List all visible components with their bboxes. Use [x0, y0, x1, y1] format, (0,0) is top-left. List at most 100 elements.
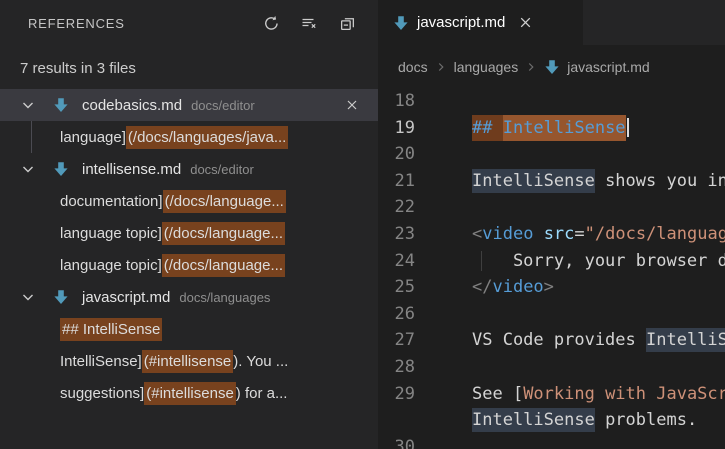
line-text[interactable]: ## IntelliSense — [472, 115, 629, 142]
result-text: ). You ... — [233, 353, 288, 370]
line-number — [378, 407, 415, 434]
code-line: 18 — [378, 88, 725, 115]
line-number: 23 — [378, 221, 415, 248]
close-icon[interactable] — [517, 15, 533, 31]
line-number: 29 — [378, 381, 415, 408]
line-text[interactable]: See [Working with JavaScri — [472, 381, 725, 408]
collapse-all-icon[interactable] — [338, 14, 356, 32]
result-row[interactable]: documentation](/docs/language... — [0, 185, 378, 217]
code-text: video — [482, 224, 533, 244]
result-match-highlight: (/docs/language... — [162, 222, 285, 245]
code-text: Sorry, your browser do — [472, 251, 725, 271]
chevron-right-icon — [434, 60, 448, 74]
result-text: language topic] — [60, 225, 162, 242]
heading-match: ## — [472, 115, 503, 141]
clear-all-icon[interactable] — [300, 14, 318, 32]
line-number: 27 — [378, 327, 415, 354]
result-text: documentation] — [60, 193, 163, 210]
file-name: javascript.md — [82, 289, 170, 306]
line-number: 21 — [378, 168, 415, 195]
line-text[interactable]: <video src="/docs/language — [472, 221, 725, 248]
refresh-icon[interactable] — [262, 14, 280, 32]
code-line: 19## IntelliSense — [378, 115, 725, 142]
markdown-link-text: Working with JavaScri — [523, 384, 725, 404]
result-match-highlight: ## IntelliSense — [60, 318, 162, 341]
code-text: "/docs/language — [585, 224, 725, 244]
code-line: 23 <video src="/docs/language — [378, 221, 725, 248]
file-name: codebasics.md — [82, 97, 182, 114]
panel-title: REFERENCES — [28, 16, 262, 31]
line-text[interactable]: IntelliSense shows you in — [472, 168, 725, 195]
line-number: 18 — [378, 88, 415, 115]
line-text[interactable]: Sorry, your browser do — [472, 248, 725, 275]
markdown-file-icon — [53, 97, 69, 113]
tab-bar: javascript.md — [378, 0, 725, 45]
vscode-window: REFERENCES — [0, 0, 725, 449]
code-line: 25</video> — [378, 274, 725, 301]
result-text: language topic] — [60, 257, 162, 274]
breadcrumb-item-docs[interactable]: docs — [398, 59, 428, 75]
line-number: 26 — [378, 301, 415, 328]
indent-guide — [481, 251, 482, 271]
result-row[interactable]: suggestions](#intellisense) for a... — [0, 377, 378, 409]
chevron-down-icon[interactable] — [20, 161, 36, 177]
line-number: 22 — [378, 194, 415, 221]
line-text[interactable]: IntelliSense problems. — [472, 407, 697, 434]
code-line-wrapped: IntelliSense problems. — [378, 407, 725, 434]
code-line: 22 — [378, 194, 725, 221]
panel-header: REFERENCES — [0, 0, 378, 46]
code-area[interactable]: 18 19## IntelliSense 20 21 IntelliSense s… — [378, 88, 725, 449]
tab-label: javascript.md — [417, 14, 505, 31]
markdown-file-icon — [53, 289, 69, 305]
chevron-right-icon — [524, 60, 538, 74]
markdown-file-icon — [53, 161, 69, 177]
result-text: IntelliSense] — [60, 353, 142, 370]
markdown-file-icon — [393, 15, 409, 31]
result-text: suggestions] — [60, 385, 144, 402]
code-line: 29 See [Working with JavaScri — [378, 381, 725, 408]
breadcrumb-item-file[interactable]: javascript.md — [567, 59, 649, 75]
code-text: = — [574, 224, 584, 244]
code-text: < — [472, 224, 482, 244]
references-panel: REFERENCES — [0, 0, 378, 449]
dismiss-icon[interactable] — [344, 97, 360, 113]
chevron-down-icon[interactable] — [20, 97, 36, 113]
chevron-down-icon[interactable] — [20, 289, 36, 305]
file-row-intellisense[interactable]: intellisense.md docs/editor — [0, 153, 378, 185]
code-text — [533, 224, 543, 244]
file-row-codebasics[interactable]: codebasics.md docs/editor — [0, 89, 378, 121]
code-text: See [ — [472, 384, 523, 404]
result-row[interactable]: language](/docs/languages/java... — [0, 121, 378, 153]
file-path: docs/languages — [179, 290, 270, 305]
result-text: ) for a... — [236, 385, 288, 402]
breadcrumb-item-languages[interactable]: languages — [454, 59, 519, 75]
result-row[interactable]: IntelliSense](#intellisense). You ... — [0, 345, 378, 377]
word-highlight: IntelliSense — [472, 169, 595, 193]
file-row-javascript[interactable]: javascript.md docs/languages — [0, 281, 378, 313]
result-row[interactable]: language topic](/docs/language... — [0, 217, 378, 249]
line-text[interactable]: VS Code provides IntelliS — [472, 327, 725, 354]
word-highlight: IntelliSense — [472, 408, 595, 432]
code-text: problems. — [595, 410, 697, 430]
result-row[interactable]: language topic](/docs/language... — [0, 249, 378, 281]
line-text[interactable]: </video> — [472, 274, 554, 301]
file-name: intellisense.md — [82, 161, 181, 178]
word-highlight: IntelliS — [646, 328, 725, 352]
code-text: video — [492, 277, 543, 297]
code-line: 21 IntelliSense shows you in — [378, 168, 725, 195]
heading-match-current: IntelliSense — [503, 115, 626, 141]
file-path: docs/editor — [191, 98, 255, 113]
code-line: 27 VS Code provides IntelliS — [378, 327, 725, 354]
code-text: VS Code provides — [472, 330, 646, 350]
code-line: 26 — [378, 301, 725, 328]
result-match-highlight: (/docs/language... — [162, 254, 285, 277]
results-tree: codebasics.md docs/editor language](/doc… — [0, 89, 378, 409]
line-number: 20 — [378, 141, 415, 168]
result-text: language] — [60, 129, 126, 146]
code-text: shows you in — [595, 171, 725, 191]
tab-javascript-md[interactable]: javascript.md — [378, 0, 583, 45]
result-row[interactable]: ## IntelliSense — [0, 313, 378, 345]
text-cursor — [627, 118, 629, 137]
result-match-highlight: (#intellisense — [144, 382, 236, 405]
tree-indent-guide — [31, 121, 32, 153]
